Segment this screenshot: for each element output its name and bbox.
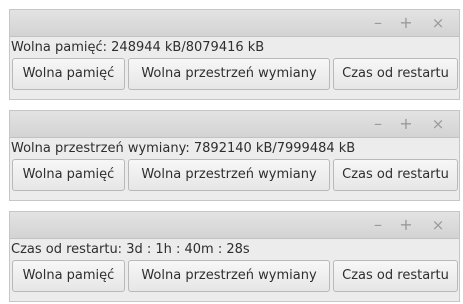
window-titlebar[interactable]: – + × bbox=[10, 111, 459, 138]
free-memory-button[interactable]: Wolna pamięć bbox=[12, 58, 125, 90]
close-icon[interactable]: × bbox=[428, 215, 448, 235]
close-icon[interactable]: × bbox=[428, 13, 448, 33]
free-swap-button[interactable]: Wolna przestrzeń wymiany bbox=[128, 260, 330, 292]
maximize-icon[interactable]: + bbox=[396, 13, 416, 33]
minimize-icon[interactable]: – bbox=[368, 13, 388, 33]
free-memory-button[interactable]: Wolna pamięć bbox=[12, 159, 125, 191]
app-window-free-swap: – + × Wolna przestrzeń wymiany: 7892140 … bbox=[9, 110, 460, 201]
close-icon[interactable]: × bbox=[428, 114, 448, 134]
free-swap-button[interactable]: Wolna przestrzeń wymiany bbox=[128, 159, 330, 191]
maximize-icon[interactable]: + bbox=[396, 114, 416, 134]
free-memory-button[interactable]: Wolna pamięć bbox=[12, 260, 125, 292]
info-label: Wolna przestrzeń wymiany: 7892140 kB/799… bbox=[11, 141, 356, 156]
minimize-icon[interactable]: – bbox=[368, 215, 388, 235]
app-window-uptime: – + × Czas od restartu: 3d : 1h : 40m : … bbox=[9, 211, 460, 302]
app-window-free-memory: – + × Wolna pamięć: 248944 kB/8079416 kB… bbox=[9, 9, 460, 100]
minimize-icon[interactable]: – bbox=[368, 114, 388, 134]
uptime-button[interactable]: Czas od restartu bbox=[333, 58, 458, 90]
maximize-icon[interactable]: + bbox=[396, 215, 416, 235]
uptime-button[interactable]: Czas od restartu bbox=[333, 159, 458, 191]
window-titlebar[interactable]: – + × bbox=[10, 212, 459, 239]
window-titlebar[interactable]: – + × bbox=[10, 10, 459, 37]
uptime-button[interactable]: Czas od restartu bbox=[333, 260, 458, 292]
free-swap-button[interactable]: Wolna przestrzeń wymiany bbox=[128, 58, 330, 90]
info-label: Wolna pamięć: 248944 kB/8079416 kB bbox=[11, 40, 265, 55]
info-label: Czas od restartu: 3d : 1h : 40m : 28s bbox=[11, 242, 250, 257]
